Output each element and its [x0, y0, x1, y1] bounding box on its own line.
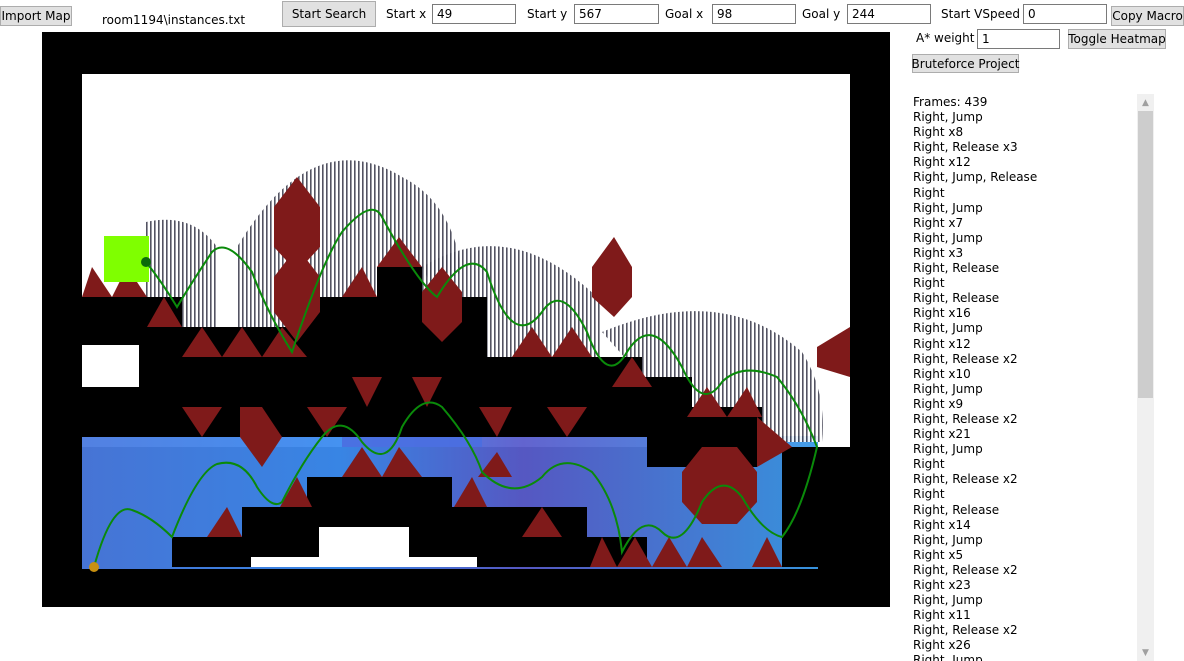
start-search-button[interactable]: Start Search: [282, 1, 376, 27]
white-gap-3: [319, 527, 409, 557]
map-canvas[interactable]: [42, 32, 890, 607]
bruteforce-project-button[interactable]: Bruteforce Project: [912, 54, 1019, 73]
macro-line: Right: [913, 487, 945, 502]
scroll-thumb[interactable]: [1138, 111, 1153, 398]
macro-line: Right: [913, 276, 945, 291]
macro-line: Right, Jump: [913, 200, 983, 215]
macro-line: Right, Jump, Release: [913, 170, 1038, 185]
start-dot: [89, 562, 99, 572]
macro-line: Right x21: [913, 427, 971, 442]
macro-line: Right x10: [913, 366, 971, 381]
start-vspeed-input[interactable]: 0: [1023, 4, 1107, 24]
goal-y-input[interactable]: 244: [847, 4, 931, 24]
macro-line: Right x16: [913, 306, 971, 321]
macro-line: Right, Jump: [913, 653, 983, 661]
macro-line: Right, Release x2: [913, 351, 1018, 366]
macro-line: Right: [913, 185, 945, 200]
astar-weight-label: A* weight: [916, 31, 975, 45]
macro-line: Right: [913, 457, 945, 472]
macro-line: Right x7: [913, 215, 964, 230]
macro-line: Right, Jump: [913, 593, 983, 608]
scroll-down-icon[interactable]: ▼: [1137, 644, 1154, 661]
start-x-label: Start x: [386, 7, 427, 21]
macro-line: Right x23: [913, 578, 971, 592]
import-map-button[interactable]: Import Map: [0, 6, 72, 26]
macro-scrollbar[interactable]: ▲ ▼: [1137, 94, 1154, 661]
macro-line: Right x12: [913, 336, 971, 351]
start-y-label: Start y: [527, 7, 568, 21]
macro-line: Right, Release: [913, 502, 1000, 517]
macro-output-list[interactable]: Frames: 439 Right, Jump Right x8 Right, Rel…: [913, 95, 1133, 661]
macro-line: Right, Release: [913, 291, 1000, 306]
scroll-up-icon[interactable]: ▲: [1137, 94, 1154, 111]
macro-line: Right, Release x2: [913, 472, 1018, 487]
map-file-label: room1194\instances.txt: [102, 13, 246, 27]
goal-x-label: Goal x: [665, 7, 704, 21]
goal-x-input[interactable]: 98: [712, 4, 796, 24]
start-y-input[interactable]: 567: [574, 4, 659, 24]
macro-line: Right, Jump: [913, 532, 983, 547]
frames-count: Frames: 439: [913, 95, 988, 109]
macro-line: Right x9: [913, 396, 964, 411]
goal-dot: [141, 257, 151, 267]
macro-line: Right x3: [913, 245, 964, 260]
macro-line: Right, Jump: [913, 381, 983, 396]
macro-line: Right, Release x2: [913, 623, 1018, 638]
macro-line: Right, Release x2: [913, 562, 1018, 577]
start-x-input[interactable]: 49: [432, 4, 516, 24]
astar-weight-input[interactable]: 1: [977, 29, 1060, 49]
macro-line: Right, Jump: [913, 442, 983, 457]
macro-line: Right x11: [913, 608, 971, 623]
white-gap-4: [251, 557, 477, 567]
macro-line: Right, Jump: [913, 321, 983, 336]
toggle-heatmap-button[interactable]: Toggle Heatmap: [1068, 29, 1166, 49]
copy-macro-button[interactable]: Copy Macro: [1111, 6, 1184, 26]
macro-line: Right x26: [913, 638, 971, 653]
start-vspeed-label: Start VSpeed: [941, 7, 1020, 21]
goal-y-label: Goal y: [802, 7, 841, 21]
white-gap-2: [82, 377, 139, 387]
macro-line: Right, Jump: [913, 110, 983, 125]
macro-line: Right, Jump: [913, 230, 983, 245]
macro-line: Right, Release: [913, 261, 1000, 276]
macro-line: Right, Release x2: [913, 411, 1018, 426]
macro-line: Right x12: [913, 155, 971, 170]
macro-line: Right, Release x3: [913, 140, 1018, 155]
macro-line: Right x14: [913, 517, 971, 532]
macro-line: Right x8: [913, 125, 964, 140]
macro-line: Right x5: [913, 547, 964, 562]
